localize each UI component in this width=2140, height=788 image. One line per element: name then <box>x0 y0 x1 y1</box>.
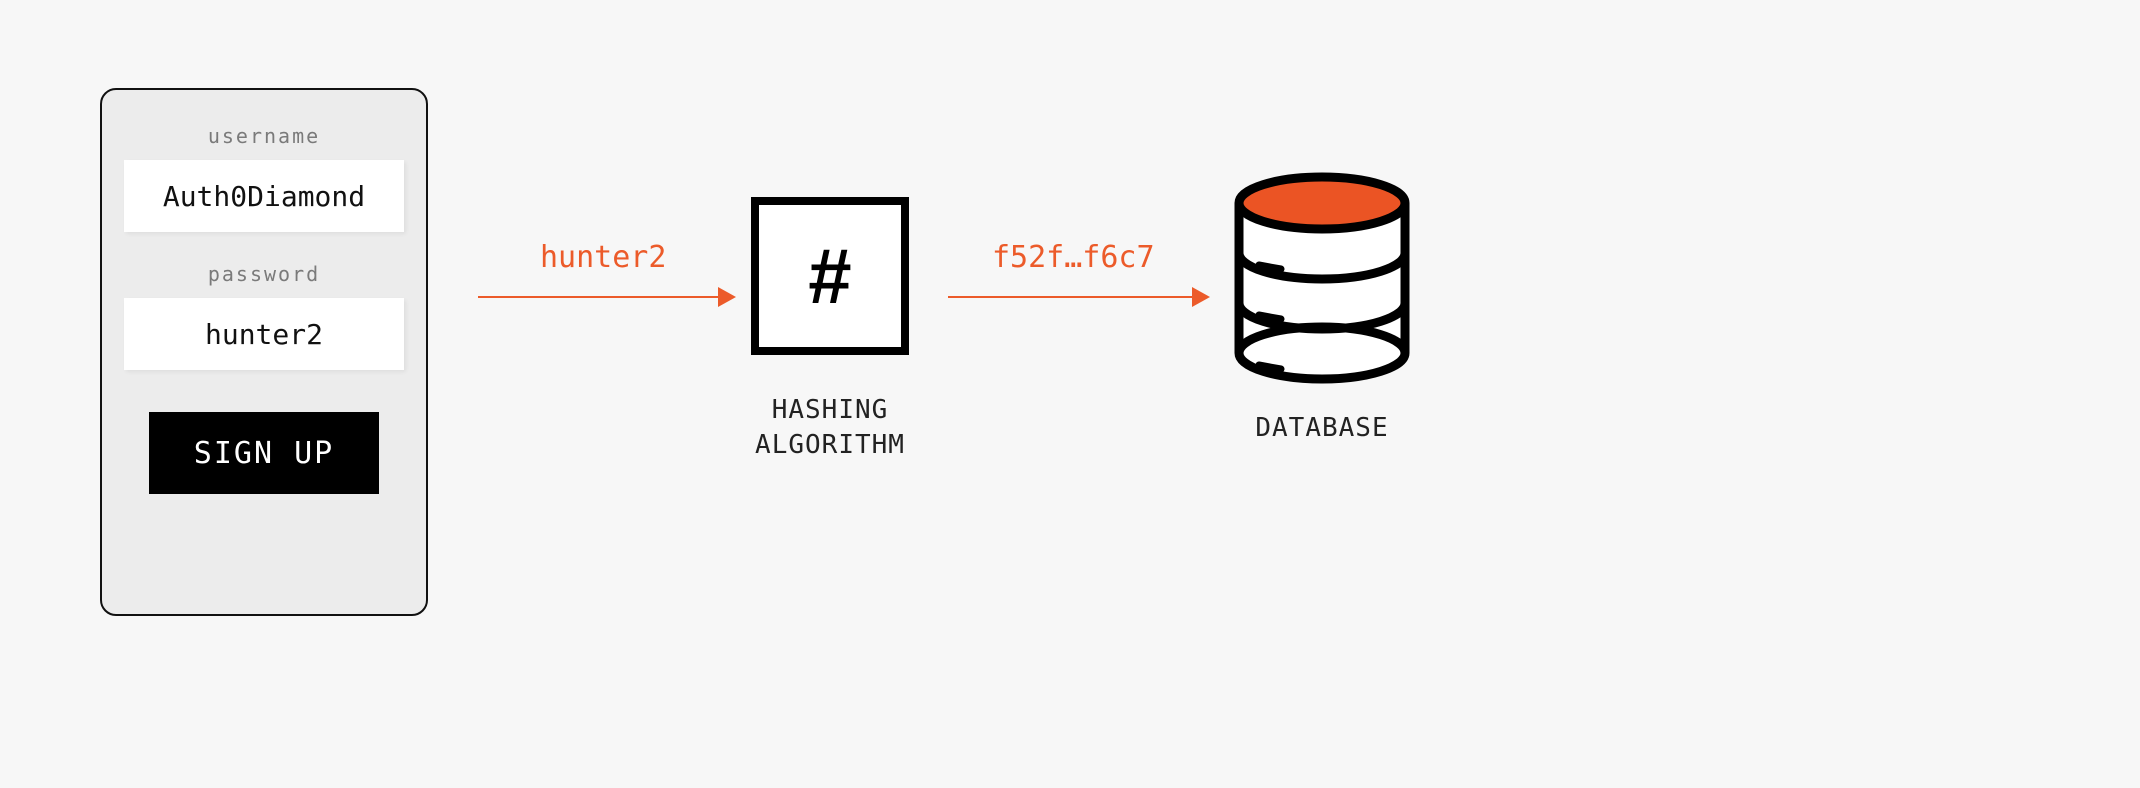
signup-card: username password SIGN UP <box>100 88 428 616</box>
password-input[interactable] <box>124 298 404 370</box>
arrow-to-db <box>948 296 1208 298</box>
username-label: username <box>208 124 320 148</box>
arrow-to-hash-label: hunter2 <box>540 240 666 275</box>
database-caption: DATABASE <box>1227 413 1417 443</box>
arrow-to-db-label: f52f…f6c7 <box>992 240 1155 275</box>
signup-button[interactable]: SIGN UP <box>149 412 379 494</box>
username-input[interactable] <box>124 160 404 232</box>
hash-caption: HASHING ALGORITHM <box>710 393 950 463</box>
database-icon <box>1227 165 1417 394</box>
password-label: password <box>208 262 320 286</box>
arrow-to-hash <box>478 296 734 298</box>
hash-icon: # <box>808 237 851 315</box>
hash-box: # <box>751 197 909 355</box>
